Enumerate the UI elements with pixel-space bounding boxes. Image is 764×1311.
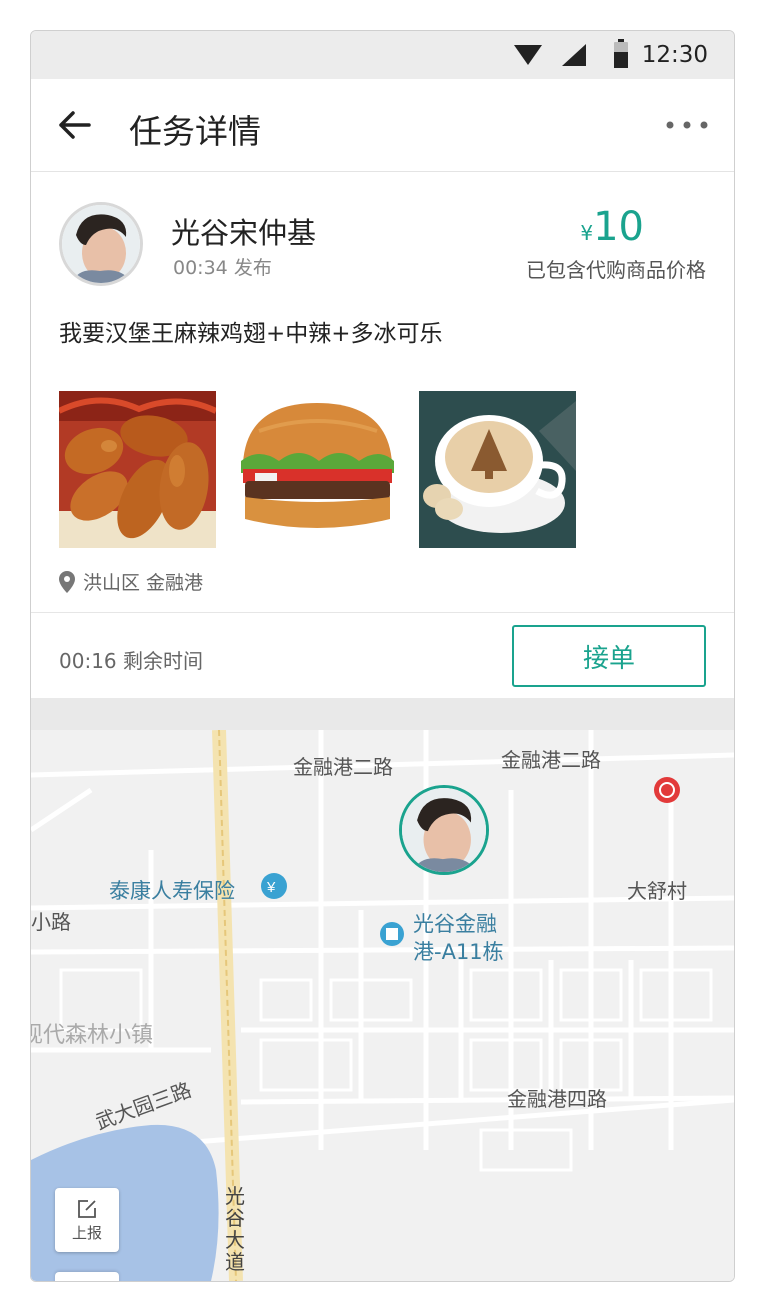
report-label: 上报 <box>71 1223 102 1242</box>
map-label-road2: 金融港二路 <box>501 748 601 772</box>
accept-order-button[interactable]: 接单 <box>512 625 706 687</box>
wifi-icon <box>514 45 542 65</box>
more-horizontal-icon[interactable] <box>664 117 710 133</box>
post-time-value: 00:34 <box>173 257 228 279</box>
remaining-time: 00:16 剩余时间 <box>59 645 203 674</box>
price-note: 已包含代购商品价格 <box>526 258 706 282</box>
image-chicken-wings[interactable] <box>59 391 216 548</box>
edit-icon <box>78 1199 96 1218</box>
price-amount: 10 <box>593 204 644 250</box>
price-currency: ¥ <box>580 221 594 245</box>
user-name: 光谷宋仲基 <box>171 216 317 250</box>
map-view[interactable]: ¥ 金融港二路 金融港二路 泰康人寿保险 大舒村 小路 光谷金融 港-A11栋 … <box>31 730 734 1281</box>
report-button[interactable]: 上报 <box>55 1188 119 1252</box>
svg-text:¥: ¥ <box>266 879 276 896</box>
map-label-building-line1: 光谷金融 <box>413 912 497 936</box>
task-card: 光谷宋仲基 00:34 发布 ¥10 已包含代购商品价格 我要汉堡王麻辣鸡翅+中… <box>31 172 734 612</box>
battery-icon <box>614 39 628 68</box>
arrow-left-icon[interactable] <box>55 105 95 145</box>
remaining-time-value: 00:16 <box>59 649 117 673</box>
image-burger[interactable] <box>239 391 396 548</box>
status-time: 12:30 <box>641 42 708 68</box>
map-label-avenue: 光谷大道 <box>225 1184 245 1274</box>
map-user-marker[interactable] <box>399 785 489 875</box>
map-label-insurance: 泰康人寿保险 <box>109 879 235 903</box>
phone-screen: 12:30 任务详情 光谷宋仲基 00:34 发布 ¥10 已包含代购商品价格 … <box>30 30 735 1282</box>
page-title: 任务详情 <box>129 112 261 151</box>
map-label-road4: 金融港四路 <box>507 1087 607 1111</box>
location-text: 洪山区 金融港 <box>83 572 204 594</box>
status-bar: 12:30 <box>31 31 734 79</box>
map-label-town: 现代森林小镇 <box>31 1023 154 1048</box>
map-control-button[interactable] <box>55 1272 119 1281</box>
post-label: 发布 <box>233 257 272 279</box>
location: 洪山区 金融港 <box>59 568 203 595</box>
image-coffee[interactable] <box>419 391 576 548</box>
signal-icon <box>562 44 586 66</box>
app-bar: 任务详情 <box>31 79 734 172</box>
map-label-road1: 金融港二路 <box>293 755 393 779</box>
avatar[interactable] <box>59 202 143 286</box>
map-base: ¥ <box>31 730 734 1281</box>
map-label-road-left: 小路 <box>31 910 71 934</box>
task-description: 我要汉堡王麻辣鸡翅+中辣+多冰可乐 <box>59 321 443 347</box>
section-divider <box>31 698 734 730</box>
map-label-village: 大舒村 <box>627 879 687 903</box>
location-pin-icon <box>59 570 75 593</box>
action-bar: 00:16 剩余时间 接单 <box>31 612 734 699</box>
remaining-time-label: 剩余时间 <box>123 649 203 673</box>
post-time: 00:34 发布 <box>173 253 272 280</box>
map-label-building-line2: 港-A11栋 <box>413 940 504 964</box>
price: ¥10 <box>580 204 644 250</box>
